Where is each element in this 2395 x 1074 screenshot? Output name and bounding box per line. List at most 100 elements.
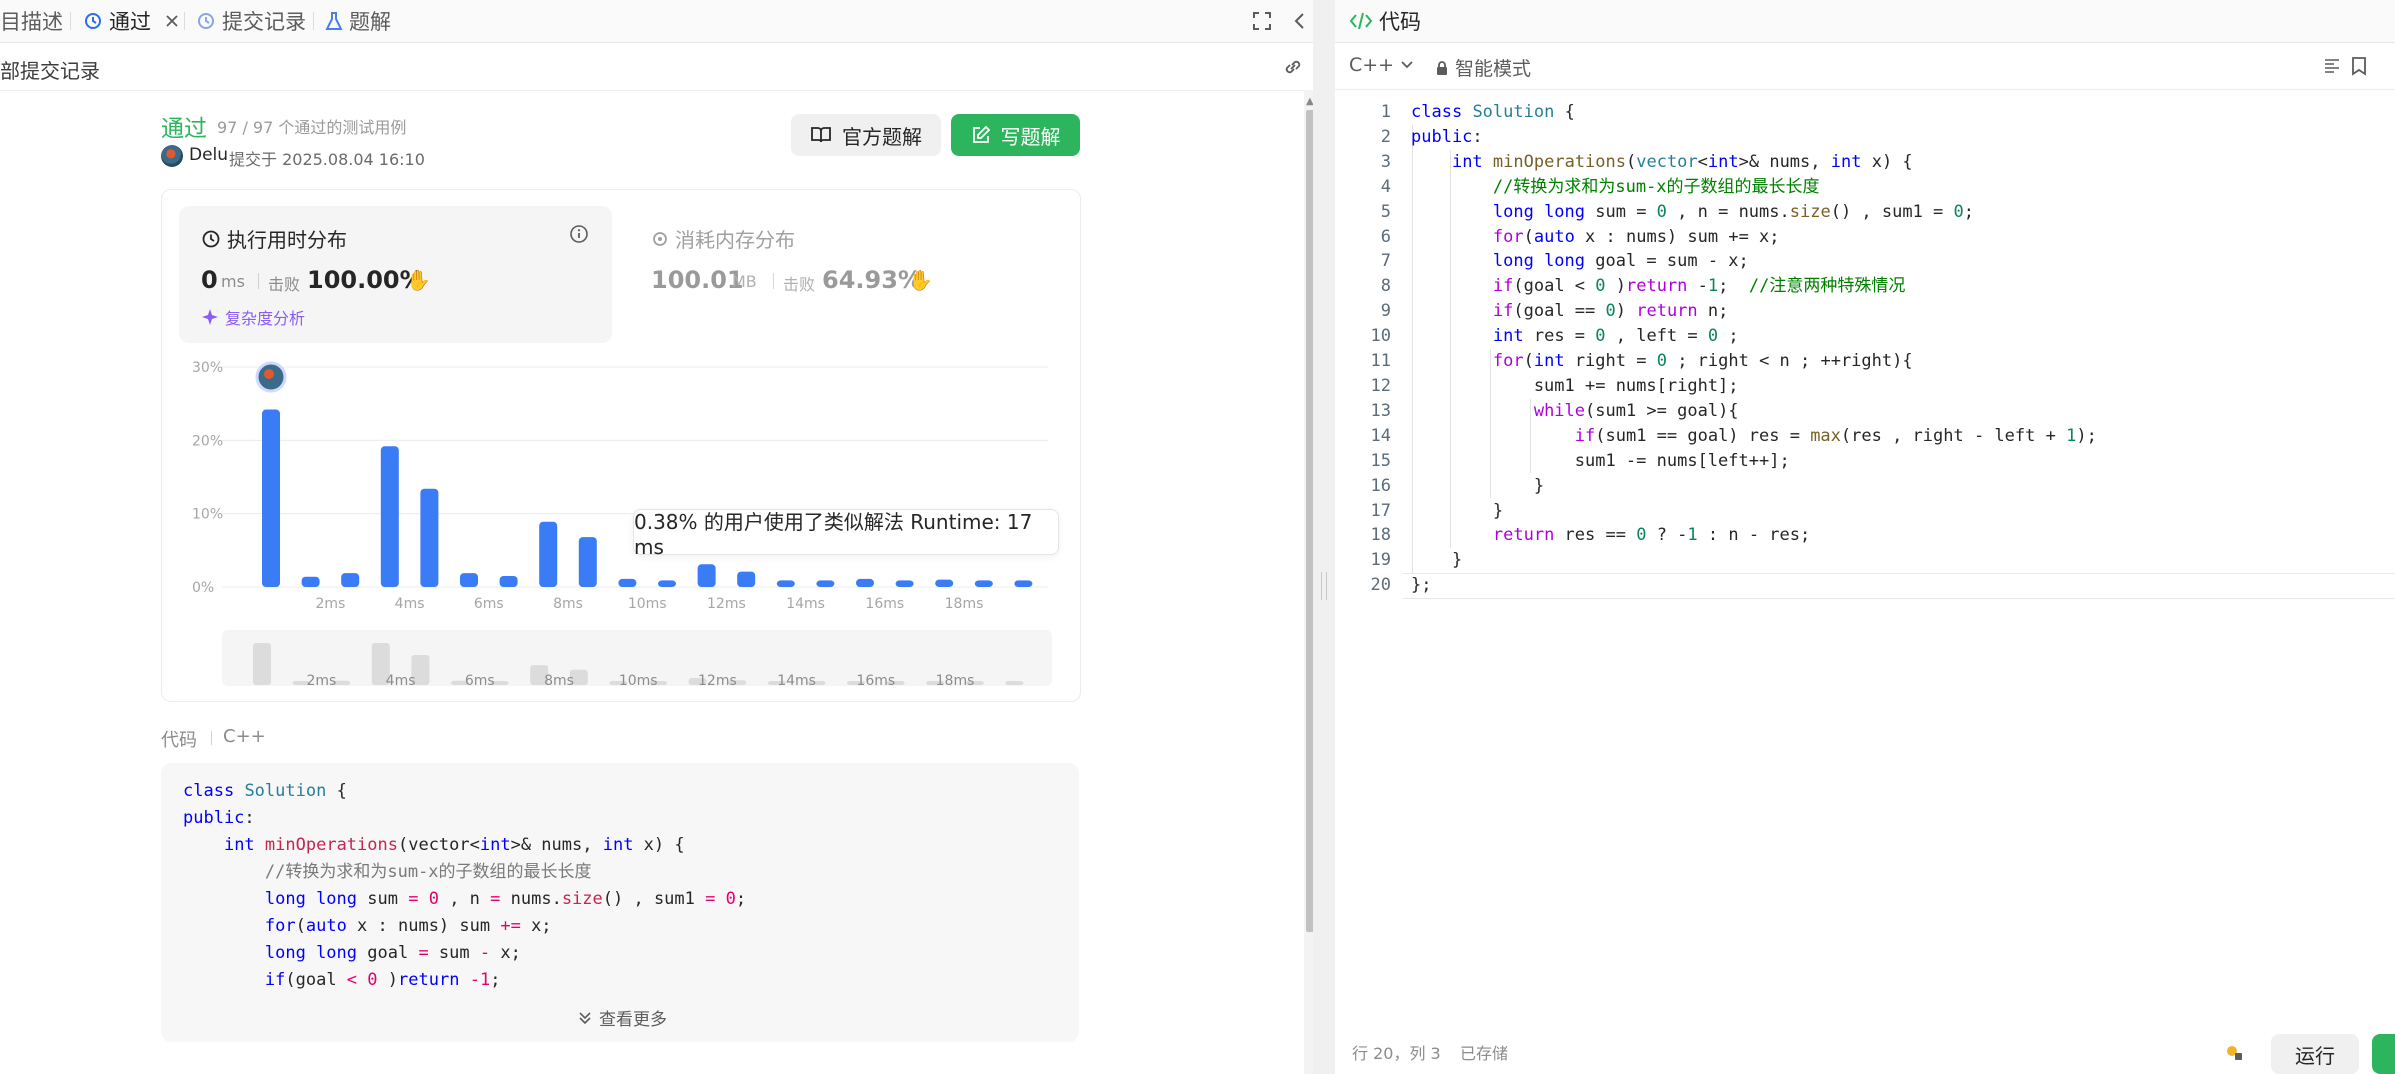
- tab-description-label: 目描述: [0, 10, 63, 34]
- divider: [773, 273, 774, 289]
- format-icon[interactable]: [2323, 57, 2341, 75]
- clap-icon: ✋: [908, 268, 933, 292]
- right-tab-bar: 代码: [1335, 0, 2395, 43]
- code-section-label: 代码: [161, 730, 197, 751]
- write-solution-label: 写题解: [1000, 124, 1061, 149]
- code-icon: [1349, 12, 1373, 30]
- link-icon[interactable]: [1282, 56, 1304, 78]
- tab-divider: [184, 12, 185, 30]
- y-tick-label: 20%: [192, 433, 223, 449]
- chevron-down-icon: [1401, 61, 1413, 69]
- submitter-name[interactable]: Delu: [189, 145, 228, 165]
- chart-bar[interactable]: [301, 576, 320, 587]
- chart-bar[interactable]: [380, 446, 399, 587]
- close-icon[interactable]: [163, 12, 181, 30]
- runtime-beats-label: 击败: [268, 275, 301, 294]
- overview-tick-label: 12ms: [698, 673, 737, 689]
- save-status: 已存储: [1460, 1044, 1509, 1063]
- overview-tick-label: 8ms: [544, 673, 574, 689]
- memory-unit: MB: [732, 272, 757, 291]
- smart-mode-toggle[interactable]: 智能模式: [1435, 54, 1531, 81]
- x-tick-label: 8ms: [553, 596, 583, 612]
- divider: [211, 731, 212, 745]
- memory-beats-label: 击败: [783, 275, 816, 294]
- clap-icon: ✋: [406, 268, 431, 292]
- tab-description[interactable]: 目描述: [0, 0, 63, 42]
- tab-accepted[interactable]: 通过: [83, 0, 187, 42]
- memory-title[interactable]: 消耗内存分布: [651, 224, 795, 253]
- code-editor-panel: 代码 C++ 智能模式 1 2 3 4 5 6 7 8 9 10 11 12 1…: [1335, 0, 2395, 1074]
- line-numbers: 1 2 3 4 5 6 7 8 9 10 11 12 13 14 15 16 1…: [1370, 102, 1391, 596]
- chart-bar[interactable]: [935, 579, 954, 587]
- chart-bar[interactable]: [420, 488, 439, 587]
- chart-bar[interactable]: [974, 580, 993, 587]
- chart-bar[interactable]: [816, 580, 835, 587]
- chart-bar[interactable]: [262, 409, 280, 587]
- all-submissions-link[interactable]: 部提交记录: [0, 55, 100, 84]
- chart-bar[interactable]: [539, 521, 558, 587]
- runtime-value: 0: [201, 266, 218, 294]
- tab-solutions[interactable]: 题解: [325, 0, 391, 42]
- language-select-value: C++: [1349, 54, 1395, 76]
- lock-icon: [1437, 60, 1447, 75]
- debug-icon[interactable]: [2224, 1042, 2244, 1062]
- editor-source[interactable]: class Solution { public: int minOperatio…: [1411, 100, 2097, 598]
- x-tick-label: 2ms: [315, 596, 345, 612]
- view-more-label: 查看更多: [599, 1010, 667, 1030]
- tab-submissions[interactable]: 提交记录: [196, 0, 306, 42]
- info-icon[interactable]: [569, 224, 589, 244]
- cursor-position: 行 20，列 3: [1352, 1044, 1441, 1063]
- chart-bar[interactable]: [341, 573, 360, 587]
- language-select[interactable]: C++: [1349, 54, 1414, 76]
- history-icon: [85, 13, 101, 29]
- overview-tick-label: 4ms: [386, 673, 416, 689]
- fullscreen-icon[interactable]: [1252, 11, 1272, 31]
- x-tick-label: 6ms: [474, 596, 504, 612]
- grip-icon: [1321, 572, 1327, 600]
- bookmark-icon[interactable]: [2351, 56, 2367, 76]
- submitted-code: class Solution { public: int minOperatio…: [183, 781, 747, 990]
- overview-tick-label: 10ms: [619, 673, 658, 689]
- run-button[interactable]: 运行: [2271, 1034, 2359, 1074]
- tab-code-label: 代码: [1379, 10, 1421, 34]
- submit-button[interactable]: [2372, 1034, 2395, 1074]
- chart-bar[interactable]: [499, 576, 518, 587]
- chart-bar[interactable]: [776, 580, 795, 587]
- chart-bar[interactable]: [737, 571, 756, 587]
- chart-bar[interactable]: [697, 564, 716, 587]
- panel-resize-handle[interactable]: [1313, 0, 1335, 1074]
- chart-bar[interactable]: [578, 537, 597, 587]
- avatar[interactable]: [161, 145, 183, 167]
- official-solution-label: 官方题解: [842, 124, 922, 149]
- chip-icon: [653, 231, 667, 246]
- complexity-analysis-link[interactable]: 复杂度分析: [201, 305, 305, 329]
- official-solution-button[interactable]: 官方题解: [791, 114, 941, 156]
- overview-tick-label: 14ms: [777, 673, 816, 689]
- chart-bar[interactable]: [1014, 580, 1033, 587]
- left-tab-bar: 目描述 通过 提交记录 题解: [0, 0, 1313, 43]
- complexity-label: 复杂度分析: [225, 309, 306, 328]
- y-tick-label: 30%: [192, 360, 223, 376]
- submitted-time: 提交于 2025.08.04 16:10: [229, 150, 425, 169]
- runtime-title-label: 执行用时分布: [227, 228, 347, 252]
- x-tick-label: 14ms: [786, 596, 825, 612]
- chart-bar[interactable]: [618, 578, 637, 587]
- chart-bar[interactable]: [856, 578, 874, 587]
- chart-bar[interactable]: [658, 580, 676, 587]
- history-icon: [198, 13, 214, 29]
- chart-bar[interactable]: [895, 580, 914, 587]
- overview-bar: [1005, 681, 1024, 685]
- tab-solutions-label: 题解: [349, 10, 391, 34]
- tab-code[interactable]: 代码: [1349, 0, 1421, 42]
- overview-tick-label: 2ms: [306, 673, 336, 689]
- chart-bar[interactable]: [460, 573, 478, 587]
- view-more-button[interactable]: 查看更多: [577, 1005, 667, 1030]
- memory-beats-value: 64.93%: [822, 266, 922, 294]
- overview-bar: [253, 643, 271, 685]
- overview-tick-label: 18ms: [936, 673, 975, 689]
- chevron-left-icon[interactable]: [1290, 11, 1310, 31]
- x-tick-label: 16ms: [865, 596, 904, 612]
- memory-value: 100.01: [651, 266, 744, 294]
- write-solution-button[interactable]: 写题解: [951, 114, 1080, 156]
- overview-tick-label: 16ms: [856, 673, 895, 689]
